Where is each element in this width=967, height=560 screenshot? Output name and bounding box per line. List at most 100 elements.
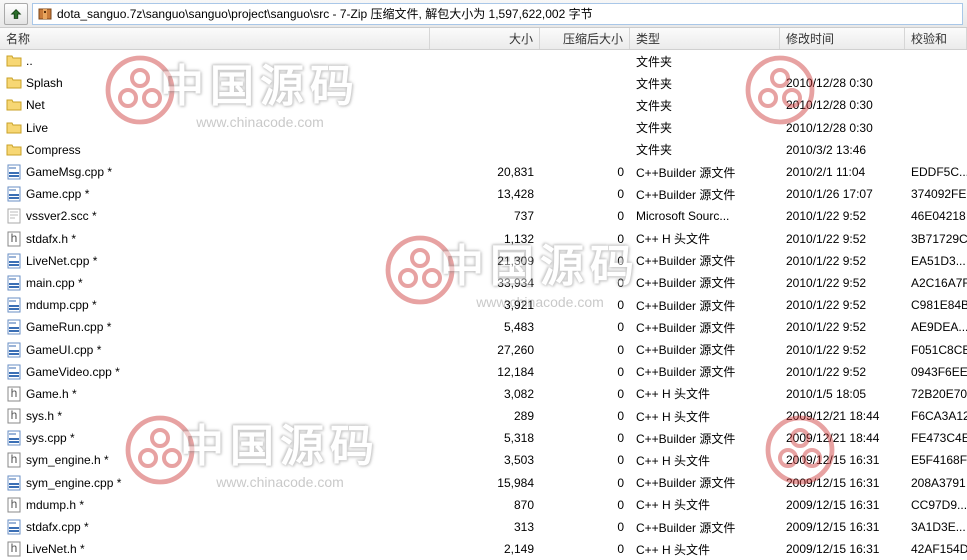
file-crc: F6CA3A12	[905, 409, 967, 423]
file-type: 文件夹	[630, 119, 780, 136]
header-date[interactable]: 修改时间	[780, 28, 905, 49]
column-header: 名称 大小 压缩后大小 类型 修改时间 校验和	[0, 28, 967, 50]
file-name: sys.h *	[26, 409, 62, 423]
header-crc[interactable]: 校验和	[905, 28, 967, 49]
path-text: dota_sanguo.7z\sanguo\sanguo\project\san…	[57, 5, 593, 22]
file-date: 2010/12/28 0:30	[780, 76, 905, 90]
file-type: C++Builder 源文件	[630, 186, 780, 203]
file-type: C++ H 头文件	[630, 230, 780, 247]
file-name: sym_engine.cpp *	[26, 476, 121, 490]
cpp-icon	[6, 164, 22, 180]
file-type: C++Builder 源文件	[630, 319, 780, 336]
table-row[interactable]: ..文件夹	[0, 50, 967, 72]
table-row[interactable]: hLiveNet.h *2,1490C++ H 头文件2009/12/15 16…	[0, 538, 967, 560]
file-size: 27,260	[430, 343, 540, 357]
table-row[interactable]: stdafx.cpp *3130C++Builder 源文件2009/12/15…	[0, 516, 967, 538]
header-name[interactable]: 名称	[0, 28, 430, 49]
file-date: 2010/1/22 9:52	[780, 320, 905, 334]
file-date: 2009/12/21 18:44	[780, 431, 905, 445]
table-row[interactable]: Splash文件夹2010/12/28 0:30	[0, 72, 967, 94]
table-row[interactable]: sys.cpp * 5,3180C++Builder 源文件2009/12/21 …	[0, 427, 967, 449]
file-packed: 0	[540, 165, 630, 179]
table-row[interactable]: GameMsg.cpp *20,8310C++Builder 源文件2010/2…	[0, 161, 967, 183]
table-row[interactable]: hsym_engine.h *3,5030C++ H 头文件2009/12/15…	[0, 449, 967, 471]
table-row[interactable]: hsys.h *2890C++ H 头文件2009/12/21 18:44F6C…	[0, 405, 967, 427]
file-date: 2010/12/28 0:30	[780, 98, 905, 112]
table-row[interactable]: hstdafx.h *1,1320C++ H 头文件2010/1/22 9:52…	[0, 228, 967, 250]
file-size: 21,309	[430, 254, 540, 268]
archive-icon	[37, 6, 53, 22]
file-packed: 0	[540, 320, 630, 334]
file-date: 2010/1/26 17:07	[780, 187, 905, 201]
file-size: 313	[430, 520, 540, 534]
file-date: 2010/1/22 9:52	[780, 209, 905, 223]
file-type: C++ H 头文件	[630, 385, 780, 402]
h-icon: h	[6, 231, 22, 247]
file-date: 2009/12/21 18:44	[780, 409, 905, 423]
path-input[interactable]: dota_sanguo.7z\sanguo\sanguo\project\san…	[32, 3, 963, 25]
file-date: 2010/1/5 18:05	[780, 387, 905, 401]
file-crc: C981E84B	[905, 298, 967, 312]
folder-icon	[6, 142, 22, 158]
file-packed: 0	[540, 453, 630, 467]
table-row[interactable]: sym_engine.cpp *15,9840C++Builder 源文件200…	[0, 472, 967, 494]
folder-icon	[6, 97, 22, 113]
file-crc: A2C16A7F	[905, 276, 967, 290]
table-row[interactable]: Compress文件夹2010/3/2 13:46	[0, 139, 967, 161]
header-packed[interactable]: 压缩后大小	[540, 28, 630, 49]
table-row[interactable]: hGame.h *3,0820C++ H 头文件2010/1/5 18:0572…	[0, 383, 967, 405]
file-crc: CC97D9...	[905, 498, 967, 512]
h-icon: h	[6, 452, 22, 468]
file-date: 2010/12/28 0:30	[780, 121, 905, 135]
file-packed: 0	[540, 365, 630, 379]
file-icon	[6, 208, 22, 224]
h-icon: h	[6, 386, 22, 402]
file-size: 5,318	[430, 431, 540, 445]
file-type: 文件夹	[630, 75, 780, 92]
cpp-icon	[6, 475, 22, 491]
file-name: sys.cpp *	[26, 431, 75, 445]
cpp-icon	[6, 430, 22, 446]
svg-text:h: h	[11, 408, 18, 422]
file-packed: 0	[540, 431, 630, 445]
file-type: C++Builder 源文件	[630, 430, 780, 447]
file-name: sym_engine.h *	[26, 453, 109, 467]
file-type: C++Builder 源文件	[630, 363, 780, 380]
file-date: 2010/2/1 11:04	[780, 165, 905, 179]
header-type[interactable]: 类型	[630, 28, 780, 49]
table-row[interactable]: Net文件夹2010/12/28 0:30	[0, 94, 967, 116]
table-row[interactable]: Live文件夹2010/12/28 0:30	[0, 117, 967, 139]
cpp-icon	[6, 319, 22, 335]
table-row[interactable]: mdump.cpp *3,9210C++Builder 源文件2010/1/22…	[0, 294, 967, 316]
file-date: 2010/3/2 13:46	[780, 143, 905, 157]
up-button[interactable]	[4, 3, 28, 25]
file-name: ..	[26, 54, 33, 68]
file-date: 2009/12/15 16:31	[780, 520, 905, 534]
file-type: C++Builder 源文件	[630, 341, 780, 358]
table-row[interactable]: LiveNet.cpp *21,3090C++Builder 源文件2010/1…	[0, 250, 967, 272]
file-crc: 46E04218	[905, 209, 967, 223]
file-size: 2,149	[430, 542, 540, 556]
file-size: 13,428	[430, 187, 540, 201]
file-crc: FE473C4E	[905, 431, 967, 445]
table-row[interactable]: main.cpp *33,9340C++Builder 源文件2010/1/22…	[0, 272, 967, 294]
file-crc: 0943F6EE	[905, 365, 967, 379]
header-size[interactable]: 大小	[430, 28, 540, 49]
file-name: stdafx.h *	[26, 232, 76, 246]
table-row[interactable]: GameRun.cpp *5,4830C++Builder 源文件2010/1/…	[0, 316, 967, 338]
file-date: 2010/1/22 9:52	[780, 232, 905, 246]
table-row[interactable]: vssver2.scc *7370Microsoft Sourc...2010/…	[0, 205, 967, 227]
file-date: 2009/12/15 16:31	[780, 542, 905, 556]
table-row[interactable]: Game.cpp *13,4280C++Builder 源文件2010/1/26…	[0, 183, 967, 205]
file-packed: 0	[540, 276, 630, 290]
file-packed: 0	[540, 498, 630, 512]
file-date: 2009/12/15 16:31	[780, 498, 905, 512]
table-row[interactable]: GameVideo.cpp *12,1840C++Builder 源文件2010…	[0, 361, 967, 383]
file-crc: 208A3791	[905, 476, 967, 490]
table-row[interactable]: GameUI.cpp *27,2600C++Builder 源文件2010/1/…	[0, 338, 967, 360]
file-size: 3,503	[430, 453, 540, 467]
file-size: 289	[430, 409, 540, 423]
file-size: 3,082	[430, 387, 540, 401]
cpp-icon	[6, 364, 22, 380]
table-row[interactable]: hmdump.h *8700C++ H 头文件2009/12/15 16:31C…	[0, 494, 967, 516]
